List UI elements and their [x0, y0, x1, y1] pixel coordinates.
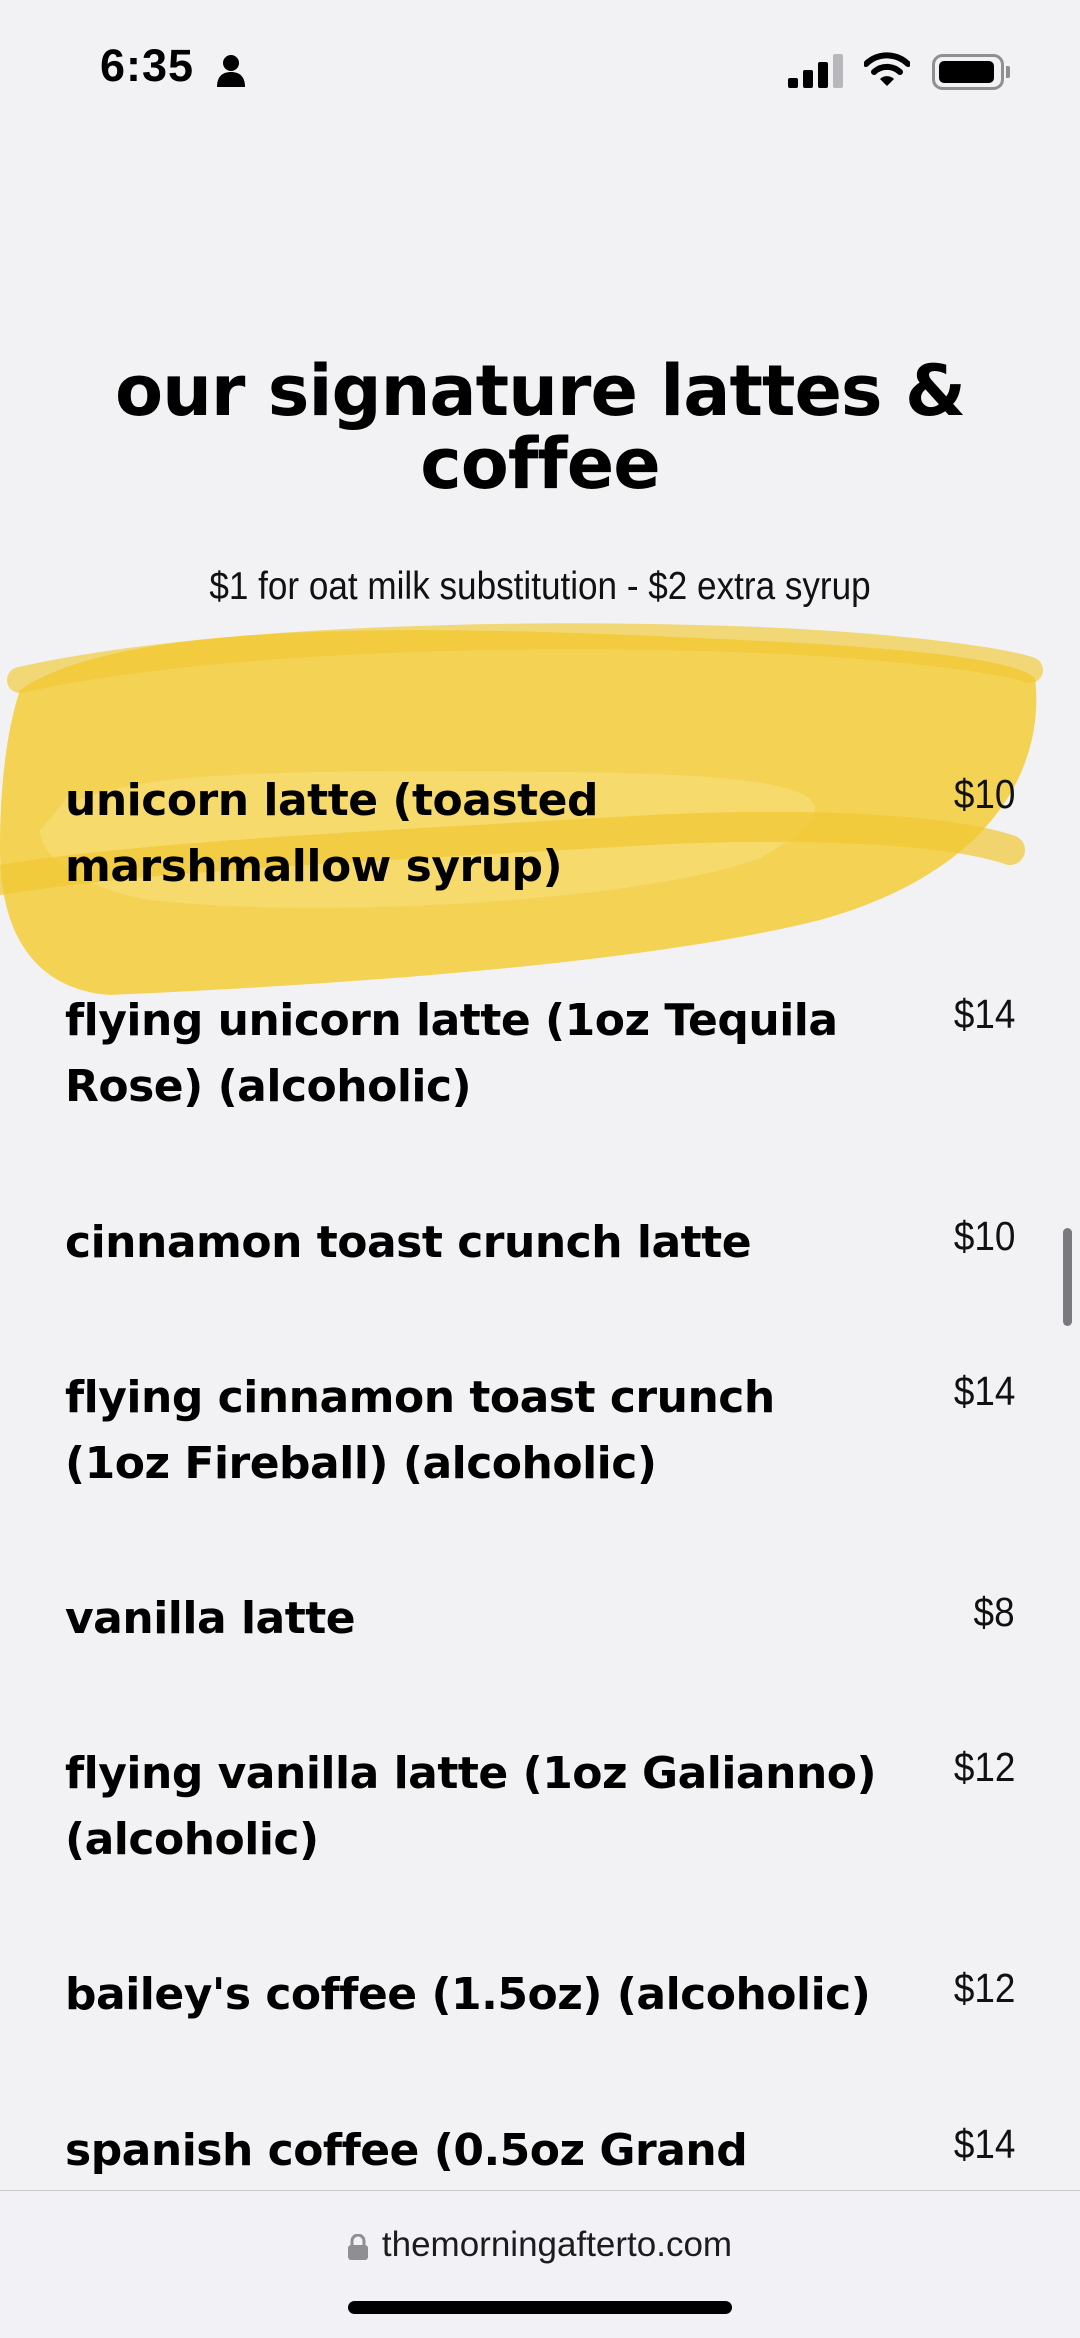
menu-item-name: flying unicorn latte (1oz Tequila Rose) …: [65, 995, 838, 1112]
menu-item-price: $14: [953, 991, 1015, 1037]
home-indicator[interactable]: [348, 2301, 732, 2314]
menu-item-price: $10: [953, 771, 1015, 817]
menu-title: our signature lattes & coffee: [114, 350, 966, 505]
menu-item-price: $14: [953, 2121, 1015, 2167]
url-text[interactable]: themorningafterto.com: [382, 2225, 732, 2264]
menu-item-price: $10: [953, 1213, 1015, 1259]
menu-item-price: $14: [953, 1368, 1015, 1414]
menu-item-price: $12: [953, 1744, 1015, 1790]
menu-item-name: spanish coffee (0.5oz Grand: [65, 2125, 748, 2176]
menu-item-name: cinnamon toast crunch latte: [65, 1217, 752, 1268]
menu-item-name: vanilla latte: [65, 1593, 356, 1644]
page-content: our signature lattes & coffee $1 for oat…: [0, 0, 1080, 2190]
menu-item-name: flying cinnamon toast crunch (1oz Fireba…: [65, 1372, 775, 1489]
menu-item-name: flying vanilla latte (1oz Galianno) (alc…: [65, 1748, 877, 1865]
scroll-indicator[interactable]: [1063, 1228, 1072, 1326]
lock-icon: [347, 2234, 368, 2260]
menu-subtitle: $1 for oat milk substitution - $2 extra …: [209, 565, 871, 608]
menu-item-name: bailey's coffee (1.5oz) (alcoholic): [65, 1969, 871, 2020]
menu-item-price: $12: [953, 1965, 1015, 2011]
menu-item-price: $8: [973, 1589, 1015, 1635]
address-bar[interactable]: themorningafterto.com: [0, 2225, 1080, 2265]
browser-bottom-bar: themorningafterto.com: [0, 2190, 1080, 2338]
menu-item-name: unicorn latte (toasted marshmallow syrup…: [65, 775, 599, 892]
